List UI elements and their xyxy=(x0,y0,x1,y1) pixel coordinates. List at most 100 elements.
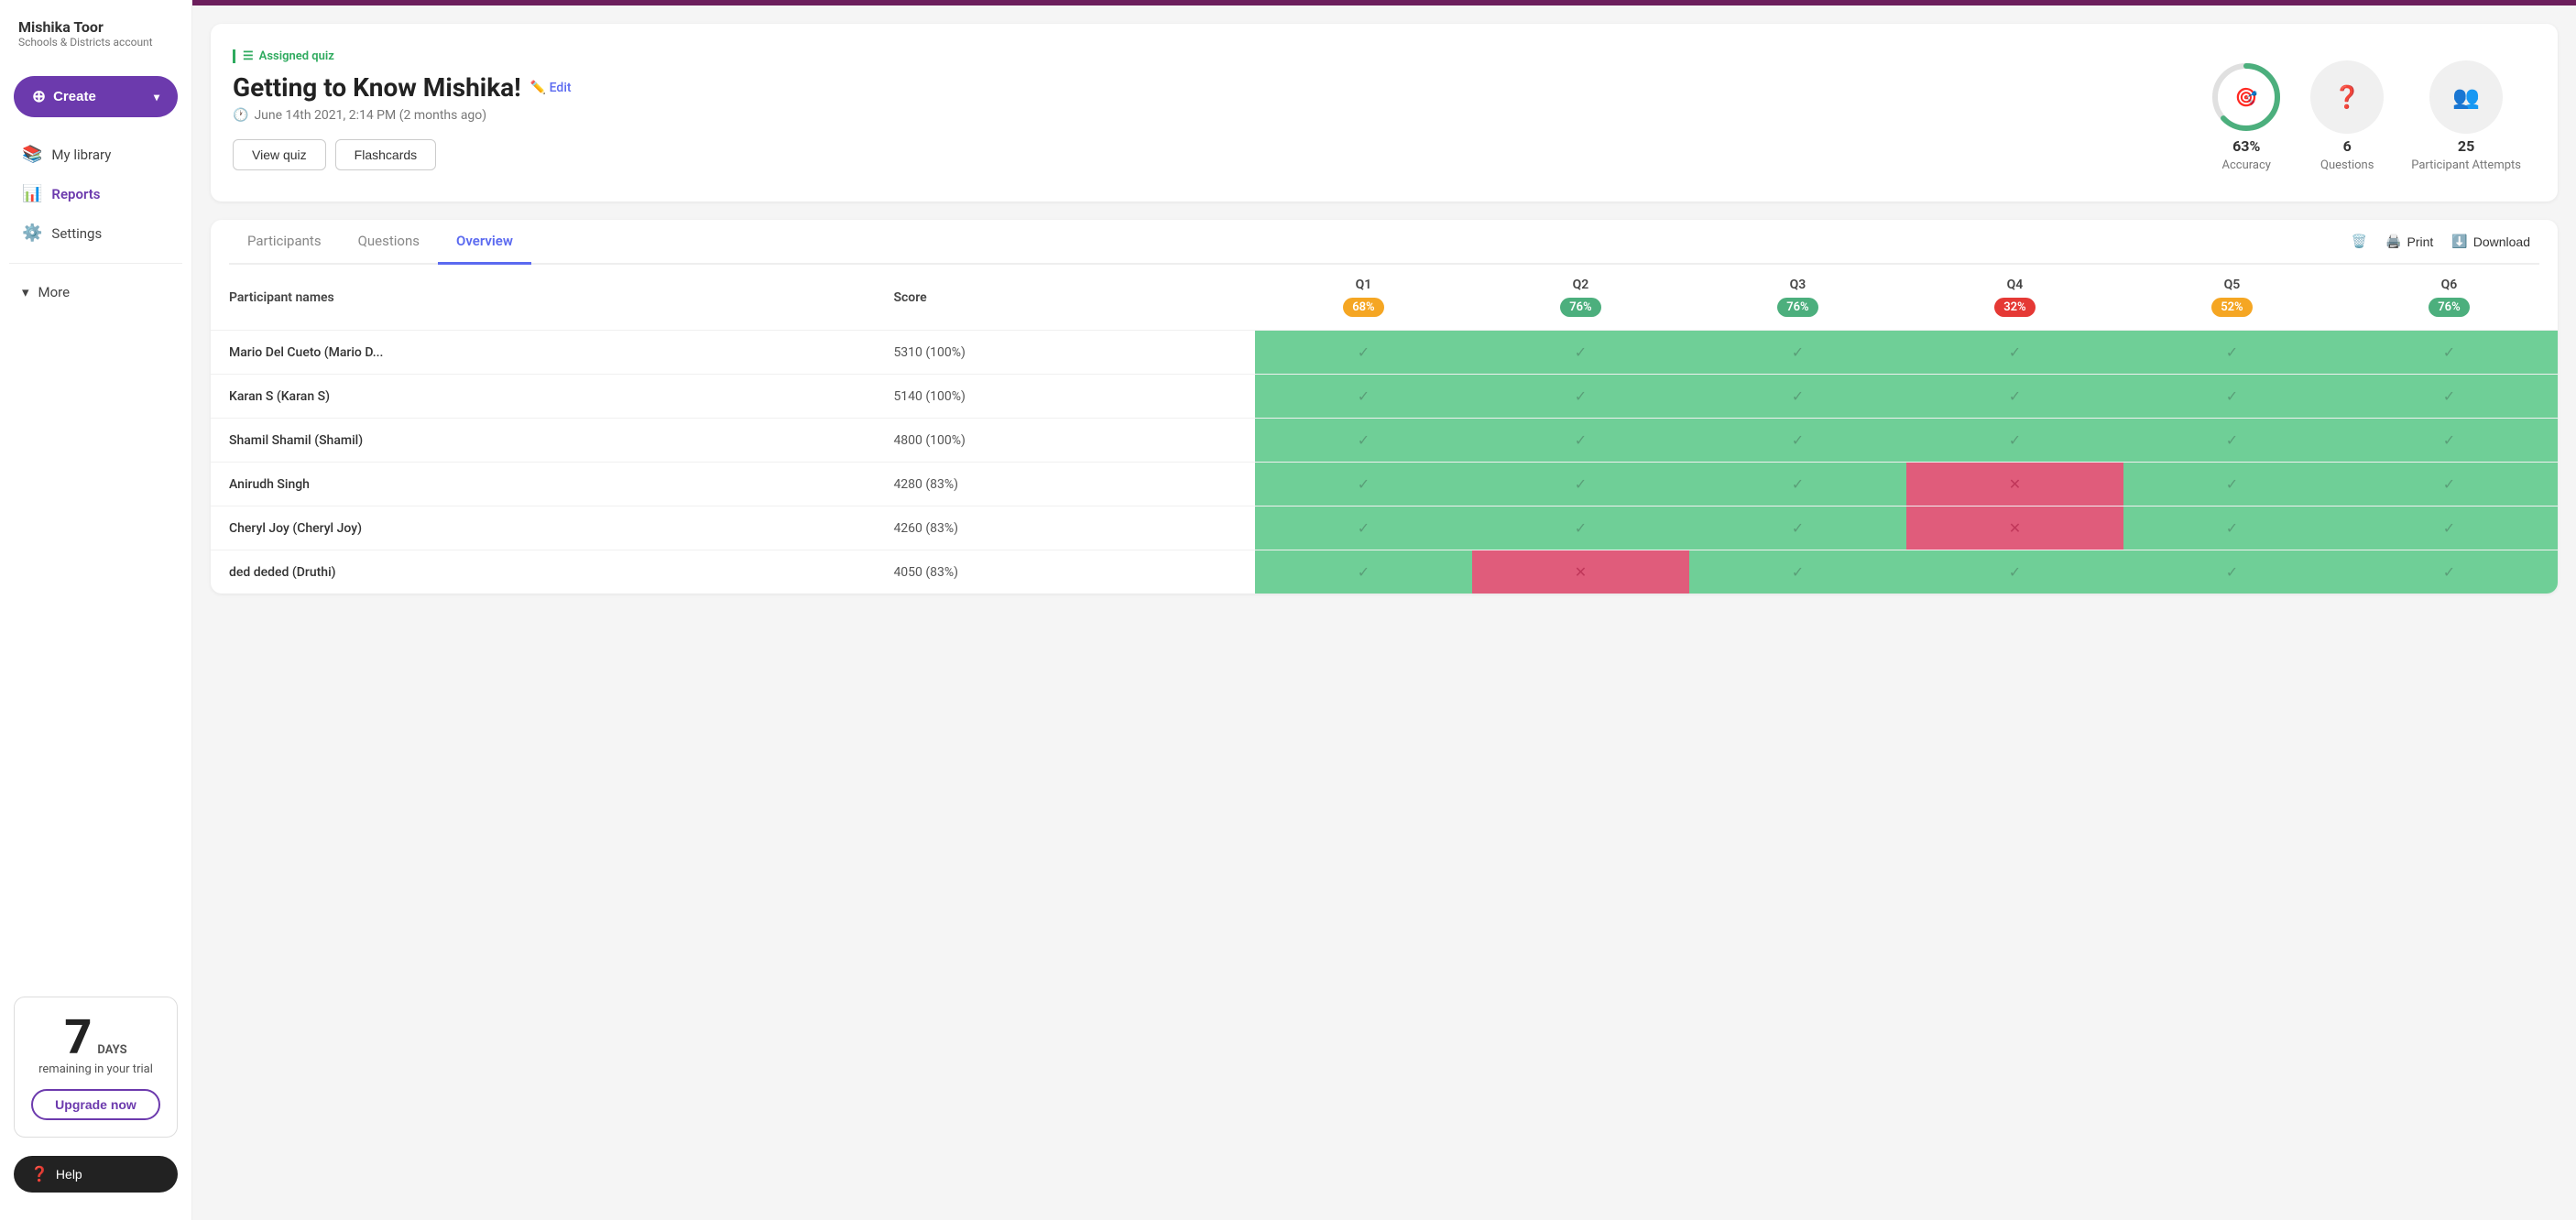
trial-box: 7 DAYS remaining in your trial Upgrade n… xyxy=(14,997,178,1138)
table-row: Cheryl Joy (Cheryl Joy)4260 (83%)✓✓✓✕✓✓ xyxy=(211,507,2558,550)
quiz-title-text: Getting to Know Mishika! xyxy=(233,72,521,103)
view-quiz-button[interactable]: View quiz xyxy=(233,139,326,170)
attempts-label: Participant Attempts xyxy=(2411,158,2521,172)
quiz-tag: ☰ Assigned quiz xyxy=(233,49,334,63)
q1-label: Q1 xyxy=(1264,278,1463,292)
answer-cell-q3: ✓ xyxy=(1689,507,1906,550)
col-q1-header: Q1 68% xyxy=(1255,265,1472,331)
flashcards-button[interactable]: Flashcards xyxy=(335,139,436,170)
print-button[interactable]: 🖨️ Print xyxy=(2385,234,2433,249)
participant-name-cell: Mario Del Cueto (Mario D... xyxy=(211,331,884,375)
answer-cell-q2: ✓ xyxy=(1472,375,1689,419)
library-icon: 📚 xyxy=(22,145,42,164)
accuracy-circle: 🎯 xyxy=(2210,60,2283,134)
answer-cell-q5: ✓ xyxy=(2123,331,2341,375)
check-icon: ✓ xyxy=(1575,431,1587,449)
attempts-value: 25 xyxy=(2458,137,2474,155)
check-icon: ✓ xyxy=(1792,563,1804,581)
score-cell: 4260 (83%) xyxy=(884,507,1254,550)
sidebar-user: Mishika Toor Schools & Districts account xyxy=(0,18,191,67)
check-icon: ✓ xyxy=(1792,475,1804,493)
answer-cell-q4: ✓ xyxy=(1906,550,2123,594)
quiz-date: 🕐 June 14th 2021, 2:14 PM (2 months ago) xyxy=(233,108,2536,123)
col-q6-header: Q6 76% xyxy=(2341,265,2558,331)
attempts-circle: 👥 xyxy=(2429,60,2503,134)
table-row: Karan S (Karan S)5140 (100%)✓✓✓✓✓✓ xyxy=(211,375,2558,419)
more-label: More xyxy=(38,284,71,300)
delete-button[interactable]: 🗑️ xyxy=(2352,234,2367,249)
table-row: Anirudh Singh4280 (83%)✓✓✓✕✓✓ xyxy=(211,463,2558,507)
sidebar-item-reports[interactable]: 📊 Reports xyxy=(9,175,182,212)
q4-badge: 32% xyxy=(1994,298,2035,317)
print-icon: 🖨️ xyxy=(2385,234,2401,249)
answer-cell-q4: ✕ xyxy=(1906,463,2123,507)
answer-cell-q2: ✕ xyxy=(1472,550,1689,594)
edit-icon: ✏️ xyxy=(530,81,546,95)
cross-icon: ✕ xyxy=(1575,563,1587,581)
answer-cell-q1: ✓ xyxy=(1255,419,1472,463)
sidebar-item-my-library[interactable]: 📚 My library xyxy=(9,136,182,173)
check-icon: ✓ xyxy=(1358,343,1370,361)
answer-cell-q4: ✓ xyxy=(1906,419,2123,463)
answer-cell-q1: ✓ xyxy=(1255,331,1472,375)
tab-questions[interactable]: Questions xyxy=(340,220,438,265)
tab-overview[interactable]: Overview xyxy=(438,220,531,265)
create-button[interactable]: ⊕ Create ▾ xyxy=(14,76,178,117)
score-cell: 4050 (83%) xyxy=(884,550,1254,594)
edit-link[interactable]: ✏️ Edit xyxy=(530,81,572,95)
sidebar-item-label: Settings xyxy=(51,225,102,242)
col-q4-header: Q4 32% xyxy=(1906,265,2123,331)
answer-cell-q5: ✓ xyxy=(2123,507,2341,550)
check-icon: ✓ xyxy=(2009,343,2021,361)
q6-label: Q6 xyxy=(2350,278,2549,292)
sidebar-item-more[interactable]: ▾ More xyxy=(9,275,182,310)
cross-icon: ✕ xyxy=(2009,519,2021,537)
cross-icon: ✕ xyxy=(2009,475,2021,493)
col-q3-header: Q3 76% xyxy=(1689,265,1906,331)
check-icon: ✓ xyxy=(1358,519,1370,537)
answer-cell-q4: ✓ xyxy=(1906,331,2123,375)
q5-label: Q5 xyxy=(2133,278,2331,292)
check-icon: ✓ xyxy=(2226,431,2238,449)
check-icon: ✓ xyxy=(2009,387,2021,405)
col-score-header: Score xyxy=(884,265,1254,331)
divider xyxy=(9,263,182,264)
check-icon: ✓ xyxy=(2009,431,2021,449)
sidebar-item-label: My library xyxy=(51,147,111,163)
sidebar-item-settings[interactable]: ⚙️ Settings xyxy=(9,214,182,252)
answer-cell-q6: ✓ xyxy=(2341,550,2558,594)
answer-cell-q3: ✓ xyxy=(1689,331,1906,375)
chevron-down-icon: ▾ xyxy=(22,284,29,300)
participant-name-cell: Cheryl Joy (Cheryl Joy) xyxy=(211,507,884,550)
check-icon: ✓ xyxy=(2226,475,2238,493)
col-participant-header: Participant names xyxy=(211,265,884,331)
col-q5-header: Q5 52% xyxy=(2123,265,2341,331)
check-icon: ✓ xyxy=(2443,563,2455,581)
accuracy-icon: 🎯 xyxy=(2235,86,2258,108)
check-icon: ✓ xyxy=(1358,563,1370,581)
participant-name-cell: Shamil Shamil (Shamil) xyxy=(211,419,884,463)
check-icon: ✓ xyxy=(1358,431,1370,449)
edit-label: Edit xyxy=(550,81,572,95)
answer-cell-q2: ✓ xyxy=(1472,507,1689,550)
tabs-row: Participants Questions Overview 🗑️ 🖨️ xyxy=(229,220,2539,265)
check-icon: ✓ xyxy=(1792,519,1804,537)
tabs-section: Participants Questions Overview 🗑️ 🖨️ xyxy=(211,220,2558,265)
check-icon: ✓ xyxy=(1792,343,1804,361)
answer-cell-q3: ✓ xyxy=(1689,550,1906,594)
help-button[interactable]: ❓ Help xyxy=(14,1156,178,1193)
tab-participants[interactable]: Participants xyxy=(229,220,340,265)
answer-cell-q5: ✓ xyxy=(2123,419,2341,463)
table-row: ded deded (Druthi)4050 (83%)✓✕✓✓✓✓ xyxy=(211,550,2558,594)
table-row: Shamil Shamil (Shamil)4800 (100%)✓✓✓✓✓✓ xyxy=(211,419,2558,463)
help-label: Help xyxy=(56,1167,82,1182)
check-icon: ✓ xyxy=(1792,431,1804,449)
accuracy-label: Accuracy xyxy=(2222,158,2271,172)
participant-name-cell: Anirudh Singh xyxy=(211,463,884,507)
help-icon: ❓ xyxy=(30,1165,49,1183)
table-container: Participants Questions Overview 🗑️ 🖨️ xyxy=(211,220,2558,594)
score-cell: 4800 (100%) xyxy=(884,419,1254,463)
download-button[interactable]: ⬇️ Download xyxy=(2451,234,2530,249)
upgrade-button[interactable]: Upgrade now xyxy=(31,1089,160,1120)
quiz-date-text: June 14th 2021, 2:14 PM (2 months ago) xyxy=(254,108,486,123)
